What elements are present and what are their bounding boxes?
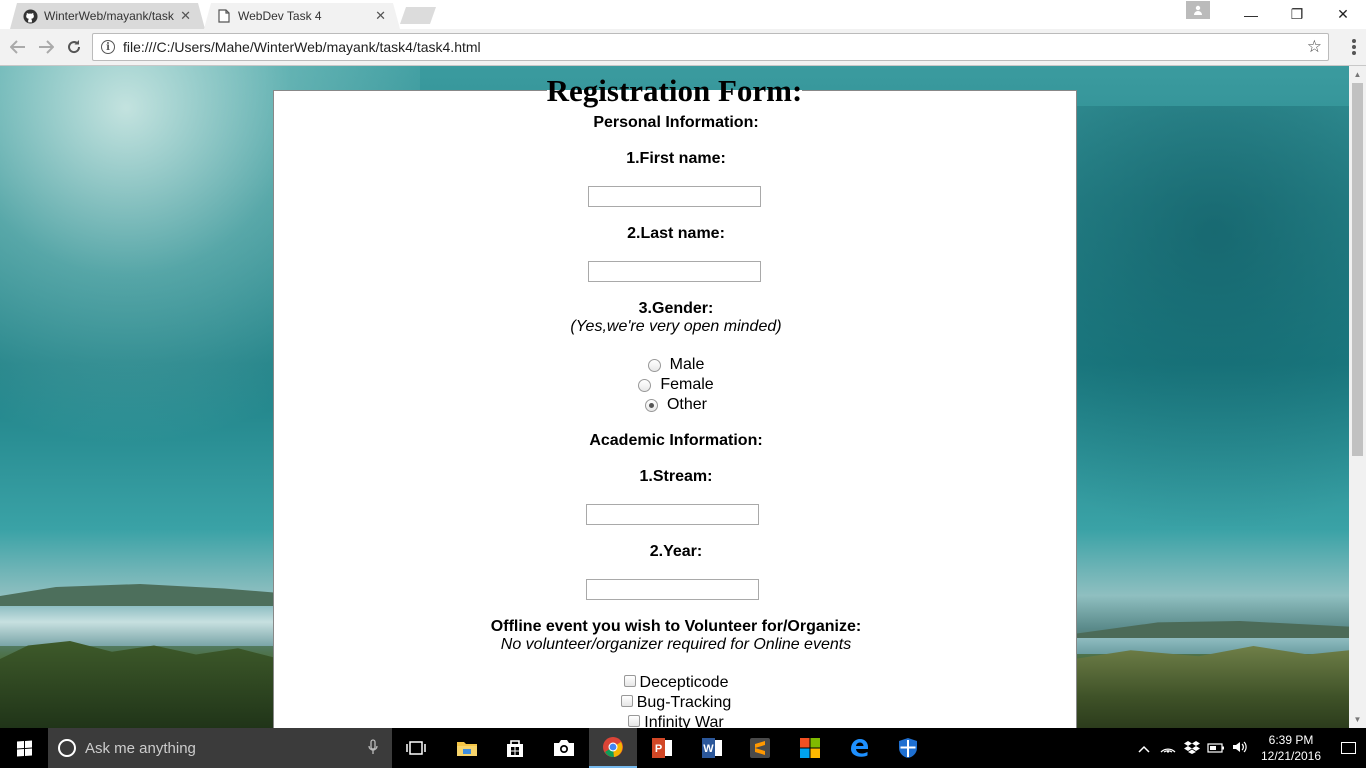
- clock-date: 12/21/2016: [1260, 749, 1322, 763]
- forward-arrow-icon[interactable]: [36, 37, 56, 57]
- gender-note: (Yes,we're very open minded): [570, 318, 782, 335]
- reload-icon[interactable]: [64, 37, 84, 57]
- url-text: file:///C:/Users/Mahe/WinterWeb/mayank/t…: [123, 39, 481, 55]
- option-label: Female: [660, 376, 714, 393]
- scroll-down-arrow-icon[interactable]: ▼: [1349, 711, 1366, 728]
- back-arrow-icon[interactable]: [8, 37, 28, 57]
- file-explorer-icon[interactable]: [443, 728, 491, 768]
- radio-button-selected[interactable]: [644, 398, 658, 412]
- dropbox-icon[interactable]: [1180, 740, 1204, 757]
- event-option-infinity-war[interactable]: Infinity War: [274, 714, 1078, 728]
- word-icon[interactable]: W: [688, 728, 736, 768]
- new-tab-button[interactable]: [400, 7, 436, 24]
- radio-button[interactable]: [638, 378, 652, 392]
- gender-label: 3.Gender:: [638, 300, 714, 317]
- year-input[interactable]: [586, 579, 759, 600]
- tab-close-icon[interactable]: ✕: [375, 8, 386, 24]
- windows-taskbar: Ask me anything P W 6:39 PM 12/21/2016: [0, 728, 1366, 768]
- academic-info-heading: Academic Information:: [589, 432, 763, 449]
- gender-option-other[interactable]: Other: [274, 396, 1078, 414]
- year-label: 2.Year:: [649, 543, 703, 560]
- chevron-up-icon[interactable]: [1132, 741, 1156, 756]
- tab-close-icon[interactable]: ✕: [180, 8, 191, 24]
- checkbox[interactable]: [620, 695, 633, 707]
- store-icon[interactable]: [491, 728, 539, 768]
- gender-option-male[interactable]: Male: [274, 356, 1078, 374]
- option-label: Decepticode: [639, 674, 729, 691]
- cortana-search-box[interactable]: Ask me anything: [48, 728, 392, 768]
- events-heading: Offline event you wish to Volunteer for/…: [490, 618, 862, 635]
- option-label: Infinity War: [644, 714, 724, 728]
- defender-icon[interactable]: [884, 728, 932, 768]
- ms-office-icon[interactable]: [786, 728, 834, 768]
- vertical-scrollbar[interactable]: ▲ ▼: [1349, 66, 1366, 728]
- tab-title: WinterWeb/mayank/task4: [44, 9, 174, 23]
- volume-icon[interactable]: [1228, 740, 1252, 757]
- registration-form: Personal Information: 1.First name: 2.La…: [273, 90, 1077, 728]
- camera-icon[interactable]: [540, 728, 588, 768]
- option-label: Other: [666, 396, 707, 413]
- checkbox[interactable]: [628, 715, 641, 727]
- checkbox[interactable]: [623, 675, 636, 687]
- event-option-bug-tracking[interactable]: Bug-Tracking: [274, 694, 1078, 712]
- page-title: Registration Form:: [0, 73, 1349, 109]
- option-label: Male: [669, 356, 705, 373]
- gender-option-female[interactable]: Female: [274, 376, 1078, 394]
- page-viewport: Personal Information: 1.First name: 2.La…: [0, 66, 1349, 728]
- last-name-input[interactable]: [588, 261, 761, 282]
- radio-button[interactable]: [647, 358, 661, 372]
- background-hills: [0, 584, 280, 608]
- cortana-icon: [58, 739, 76, 757]
- background-lake: [1076, 638, 1349, 654]
- chrome-icon[interactable]: [589, 728, 637, 768]
- start-button[interactable]: [0, 728, 48, 768]
- clock-time: 6:39 PM: [1268, 733, 1314, 747]
- minimize-button[interactable]: —: [1228, 0, 1274, 29]
- search-placeholder: Ask me anything: [85, 739, 196, 757]
- tab-webdev-task4[interactable]: WebDev Task 4 ✕: [204, 3, 400, 29]
- window-controls: — ❐ ✕: [1186, 0, 1366, 29]
- option-label: Bug-Tracking: [636, 694, 732, 711]
- system-clock[interactable]: 6:39 PM 12/21/2016: [1252, 732, 1330, 764]
- page-icon: [216, 8, 232, 24]
- first-name-label: 1.First name:: [626, 150, 726, 167]
- tab-github[interactable]: WinterWeb/mayank/task4 ✕: [10, 3, 205, 29]
- page-title-text: Registration Form:: [546, 73, 803, 108]
- close-window-button[interactable]: ✕: [1320, 0, 1366, 29]
- scroll-thumb[interactable]: [1352, 83, 1363, 456]
- stream-input[interactable]: [586, 504, 759, 525]
- windows-logo-icon: [16, 739, 32, 757]
- action-center-icon[interactable]: [1330, 742, 1366, 754]
- first-name-input[interactable]: [588, 186, 761, 207]
- info-icon[interactable]: i: [101, 40, 115, 54]
- github-icon: [22, 8, 38, 24]
- wifi-icon[interactable]: [1156, 741, 1180, 756]
- events-note: No volunteer/organizer required for Onli…: [500, 636, 852, 653]
- background-grass: [0, 641, 280, 728]
- background-lake: [0, 606, 280, 646]
- profile-icon[interactable]: [1186, 0, 1210, 19]
- browser-toolbar: i file:///C:/Users/Mahe/WinterWeb/mayank…: [0, 29, 1366, 66]
- svg-text:W: W: [703, 743, 714, 755]
- sublime-icon[interactable]: [736, 728, 784, 768]
- browser-tab-strip: WinterWeb/mayank/task4 ✕ WebDev Task 4 ✕…: [0, 0, 1366, 29]
- maximize-button[interactable]: ❐: [1274, 0, 1320, 29]
- tab-title: WebDev Task 4: [238, 9, 322, 23]
- powerpoint-icon[interactable]: P: [638, 728, 686, 768]
- address-bar[interactable]: i file:///C:/Users/Mahe/WinterWeb/mayank…: [92, 33, 1329, 61]
- edge-icon[interactable]: [835, 728, 883, 768]
- svg-text:P: P: [655, 743, 662, 755]
- bookmark-star-icon[interactable]: ☆: [1307, 37, 1322, 57]
- last-name-label: 2.Last name:: [627, 225, 725, 242]
- scroll-up-arrow-icon[interactable]: ▲: [1349, 66, 1366, 83]
- menu-dots-icon[interactable]: [1352, 39, 1356, 55]
- background-grass: [1076, 646, 1349, 728]
- personal-info-heading: Personal Information:: [593, 114, 759, 131]
- system-tray: 6:39 PM 12/21/2016: [1132, 728, 1366, 768]
- microphone-icon[interactable]: [368, 738, 378, 758]
- task-view-icon[interactable]: [392, 728, 440, 768]
- stream-label: 1.Stream:: [639, 468, 713, 485]
- battery-icon[interactable]: [1204, 741, 1228, 756]
- event-option-decepticode[interactable]: Decepticode: [274, 674, 1078, 692]
